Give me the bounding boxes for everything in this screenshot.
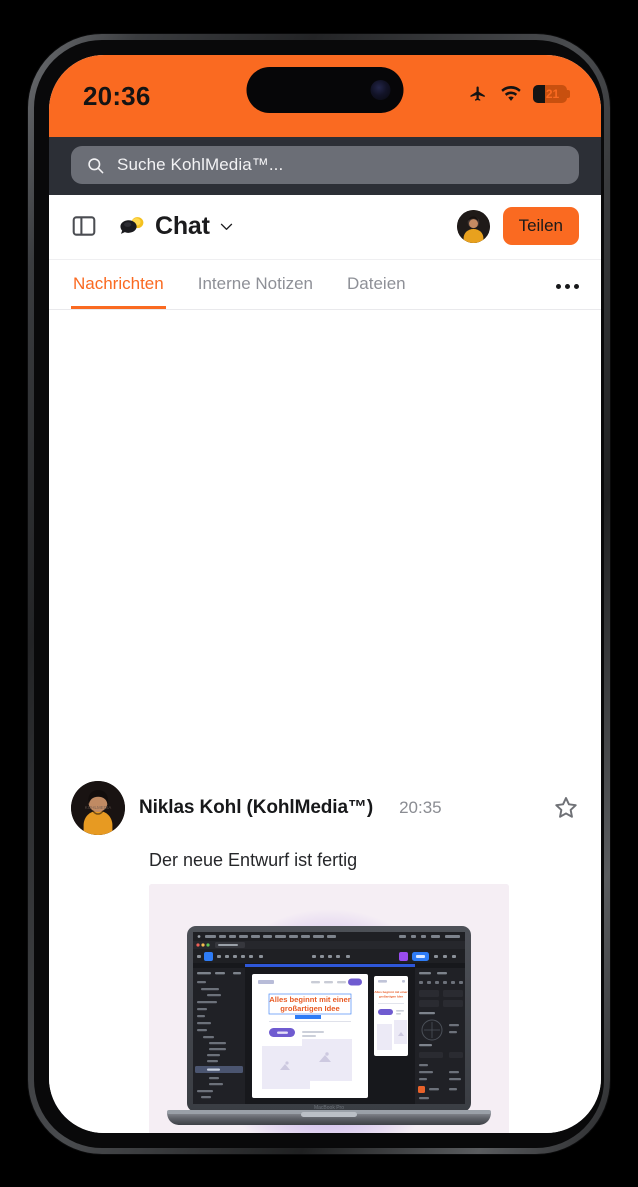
app-content: Chat Teilen Nachrichten Interne Notizen … xyxy=(49,195,601,1133)
status-bar: 20:36 21 xyxy=(49,55,601,137)
tab-bar: Nachrichten Interne Notizen Dateien xyxy=(49,259,601,310)
front-camera-icon xyxy=(370,80,391,100)
chat-header-actions: Teilen xyxy=(456,207,579,245)
message-list: KOHLMEDIA Niklas Kohl (KohlMedia™) 20:35… xyxy=(49,310,601,1133)
laptop-design-mockup: Alles beginnt mit einer großartigen Idee xyxy=(149,884,509,1133)
message-item: KOHLMEDIA Niklas Kohl (KohlMedia™) 20:35… xyxy=(71,781,579,1133)
wifi-icon xyxy=(501,85,521,101)
svg-text:Alles beginnt mit einer: Alles beginnt mit einer xyxy=(374,990,408,994)
phone-bezel: 20:36 21 Suche KohlMedia™... Chat Teilen… xyxy=(34,40,604,1148)
phone-screen: 20:36 21 Suche KohlMedia™... Chat Teilen… xyxy=(49,55,601,1133)
battery-indicator: 21 xyxy=(533,85,570,103)
star-outline-icon[interactable] xyxy=(553,795,579,821)
message-text: Der neue Entwurf ist fertig xyxy=(149,850,358,870)
speech-bubbles-icon xyxy=(120,217,144,234)
status-time: 20:36 xyxy=(83,81,151,111)
airplane-mode-icon xyxy=(470,86,485,101)
device-label: MacBook Pro xyxy=(314,1105,344,1111)
message-author: Niklas Kohl (KohlMedia™) xyxy=(139,797,374,818)
battery-tip xyxy=(567,90,570,98)
message-attachment-image[interactable]: Alles beginnt mit einer großartigen Idee xyxy=(149,884,509,1133)
status-icons: 21 xyxy=(467,83,570,103)
chevron-down-icon[interactable] xyxy=(219,219,234,234)
share-button[interactable]: Teilen xyxy=(502,207,579,245)
svg-text:großartigen Idee: großartigen Idee xyxy=(379,995,404,999)
search-header: Suche KohlMedia™... xyxy=(49,137,601,195)
chat-title-group[interactable]: Chat xyxy=(119,212,443,241)
search-placeholder: Suche KohlMedia™... xyxy=(117,155,284,174)
svg-text:KOHLMEDIA: KOHLMEDIA xyxy=(85,805,112,810)
dynamic-island xyxy=(246,67,404,113)
svg-text:großartigen Idee: großartigen Idee xyxy=(280,1004,340,1013)
message-avatar[interactable]: KOHLMEDIA xyxy=(71,781,125,835)
phone-frame: 20:36 21 Suche KohlMedia™... Chat Teilen… xyxy=(28,34,610,1154)
chat-title: Chat xyxy=(155,211,210,240)
search-icon xyxy=(88,157,104,173)
tab-dateien[interactable]: Dateien xyxy=(345,260,408,309)
message-time: 20:35 xyxy=(399,798,442,817)
tab-interne-notizen[interactable]: Interne Notizen xyxy=(196,260,315,309)
battery-level-text: 21 xyxy=(545,87,560,101)
tab-nachrichten[interactable]: Nachrichten xyxy=(71,260,166,309)
avatar[interactable] xyxy=(456,209,490,243)
chat-header: Chat Teilen xyxy=(49,195,601,259)
more-options-icon[interactable] xyxy=(556,284,579,309)
search-input[interactable]: Suche KohlMedia™... xyxy=(71,146,579,184)
sidebar-toggle-icon[interactable] xyxy=(71,213,97,239)
svg-text:Alles beginnt mit einer: Alles beginnt mit einer xyxy=(269,995,350,1004)
message-header: KOHLMEDIA Niklas Kohl (KohlMedia™) 20:35 xyxy=(71,781,579,835)
